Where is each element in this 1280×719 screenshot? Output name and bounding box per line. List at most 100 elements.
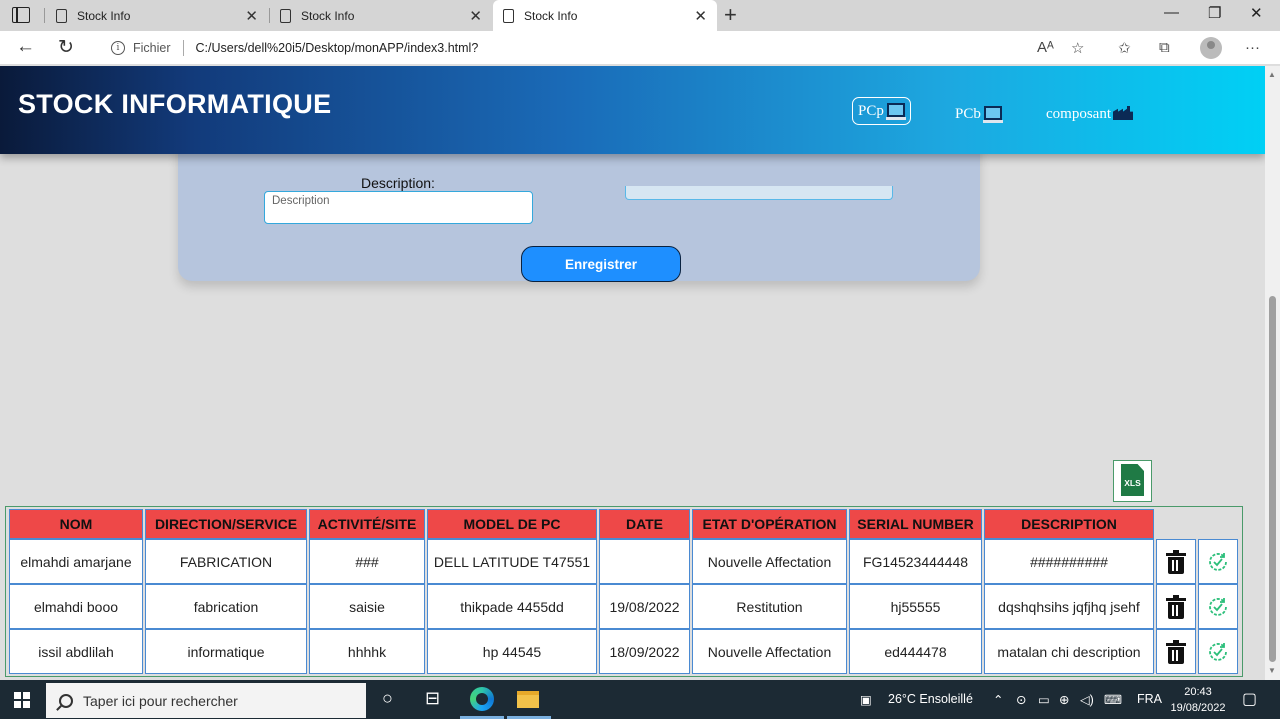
search-icon (59, 693, 73, 708)
description-label: Description: (361, 175, 435, 191)
renew-icon (1209, 552, 1227, 571)
xls-label: XLS (1124, 478, 1141, 488)
url-text[interactable]: C:/Users/dell%20i5/Desktop/monAPP/index3… (196, 41, 479, 55)
laptop-icon (885, 103, 906, 120)
cell-activite: saisie (309, 584, 425, 629)
scroll-thumb[interactable] (1269, 296, 1276, 662)
cell-etat: Nouvelle Affectation (692, 629, 847, 674)
cell-description: matalan chi description (984, 629, 1154, 674)
browser-tab[interactable]: Stock Info ✕ (270, 0, 492, 31)
column-header: SERIAL NUMBER (849, 509, 982, 539)
back-icon[interactable]: ← (16, 36, 35, 58)
info-icon[interactable]: i (111, 41, 125, 55)
close-icon[interactable]: ✕ (245, 7, 258, 25)
taskbar-search-placeholder: Taper ici pour rechercher (83, 692, 238, 709)
cell-date: 18/09/2022 (599, 629, 690, 674)
trash-icon (1166, 594, 1186, 619)
profile-avatar[interactable] (1200, 37, 1222, 59)
cell-serial: ed444478 (849, 629, 982, 674)
more-icon[interactable]: ··· (1245, 39, 1260, 56)
browser-tab-title: Stock Info (77, 8, 131, 23)
read-aloud-icon[interactable]: Aᴬ (1037, 39, 1054, 56)
nav-link-label: composant (1046, 106, 1111, 122)
stock-table: NOM DIRECTION/SERVICE ACTIVITÉ/SITE MODE… (7, 509, 1240, 674)
network-icon[interactable]: ⊕ (1059, 692, 1069, 707)
restore-icon[interactable]: ❐ (1208, 4, 1221, 22)
file-explorer-icon[interactable] (517, 691, 539, 708)
document-icon (56, 8, 67, 23)
edge-icon[interactable] (470, 687, 494, 711)
save-button[interactable]: Enregistrer (521, 246, 681, 282)
windows-taskbar: Taper ici pour rechercher ○ ⊟ ▣ 26°C Ens… (0, 680, 1280, 719)
tab-actions-icon[interactable] (12, 7, 30, 23)
page-viewport: STOCK INFORMATIQUE PCp PCb composant Des… (0, 66, 1265, 680)
refresh-icon[interactable]: ↻ (58, 36, 74, 59)
browser-tab-active[interactable]: Stock Info ✕ (493, 0, 717, 31)
cell-serial: FG14523444448 (849, 539, 982, 584)
battery-icon[interactable]: ▭ (1038, 692, 1050, 707)
volume-icon[interactable]: ◁) (1080, 692, 1094, 707)
cell-model: hp 44545 (427, 629, 597, 674)
browser-tab[interactable]: Stock Info ✕ (46, 0, 268, 31)
delete-button[interactable] (1156, 629, 1196, 674)
description-textarea[interactable]: Description (264, 191, 533, 224)
cell-direction: informatique (145, 629, 307, 674)
nav-link-pcb[interactable]: PCb (955, 106, 1003, 123)
keyboard-icon[interactable]: ⌨ (1104, 692, 1122, 707)
form-field-partial[interactable] (625, 186, 893, 200)
cell-direction: fabrication (145, 584, 307, 629)
delete-button[interactable] (1156, 584, 1196, 629)
language-indicator[interactable]: FRA (1137, 692, 1162, 706)
close-icon[interactable]: ✕ (469, 7, 482, 25)
nav-link-composant[interactable]: composant (1046, 106, 1133, 123)
update-button[interactable] (1198, 539, 1238, 584)
column-header: ACTIVITÉ/SITE (309, 509, 425, 539)
delete-button[interactable] (1156, 539, 1196, 584)
tray-chevron-icon[interactable]: ⌃ (993, 692, 1003, 707)
browser-tab-bar: Stock Info ✕ Stock Info ✕ Stock Info ✕ +… (0, 0, 1280, 31)
new-tab-button[interactable]: + (724, 2, 737, 28)
taskbar-clock[interactable]: 20:43 19/08/2022 (1170, 684, 1226, 716)
favorites-icon[interactable]: ✩ (1118, 39, 1131, 57)
update-button[interactable] (1198, 629, 1238, 674)
scroll-down-icon[interactable]: ▼ (1268, 666, 1276, 675)
window-close-icon[interactable]: ✕ (1250, 4, 1263, 22)
cell-activite: ### (309, 539, 425, 584)
cortana-icon[interactable]: ○ (382, 688, 393, 709)
weather-icon[interactable]: ▣ (860, 692, 872, 707)
windows-start-icon[interactable] (14, 692, 30, 708)
browser-tab-title: Stock Info (301, 8, 355, 23)
document-icon (503, 8, 514, 23)
trash-icon (1166, 549, 1186, 574)
factory-icon (1113, 106, 1133, 120)
column-header: NOM (9, 509, 143, 539)
tab-separator (44, 8, 45, 23)
add-favorite-icon[interactable]: ☆ (1071, 39, 1084, 57)
weather-text[interactable]: 26°C Ensoleillé (888, 692, 973, 706)
address-field[interactable]: i Fichier C:/Users/dell%20i5/Desktop/mon… (93, 34, 1101, 62)
cell-description: dqshqhsihs jqfjhq jsehf (984, 584, 1154, 629)
minimize-icon[interactable]: — (1164, 4, 1179, 21)
taskbar-search[interactable]: Taper ici pour rechercher (46, 683, 366, 718)
cell-nom: issil abdlilah (9, 629, 143, 674)
column-header: DATE (599, 509, 690, 539)
address-toolbar: ← ↻ i Fichier C:/Users/dell%20i5/Desktop… (0, 31, 1280, 65)
collections-icon[interactable]: ⧉ (1159, 39, 1170, 56)
cell-model: DELL LATITUDE T47551 (427, 539, 597, 584)
meet-icon[interactable]: ⊙ (1016, 692, 1026, 707)
update-button[interactable] (1198, 584, 1238, 629)
page-scrollbar[interactable]: ▲ ▼ (1265, 66, 1280, 680)
actions-header (1156, 509, 1196, 539)
url-scheme-label: Fichier (133, 41, 171, 55)
export-xls-button[interactable]: XLS (1113, 460, 1152, 502)
column-header: DESCRIPTION (984, 509, 1154, 539)
task-view-icon[interactable]: ⊟ (425, 688, 440, 709)
cell-nom: elmahdi amarjane (9, 539, 143, 584)
cell-date: 19/08/2022 (599, 584, 690, 629)
nav-link-pcp[interactable]: PCp (852, 97, 911, 125)
table-row: elmahdi booo fabrication saisie thikpade… (9, 584, 1238, 629)
scroll-up-icon[interactable]: ▲ (1268, 70, 1276, 79)
notifications-icon[interactable]: ▢ (1242, 689, 1257, 709)
cell-nom: elmahdi booo (9, 584, 143, 629)
close-icon[interactable]: ✕ (694, 7, 707, 25)
